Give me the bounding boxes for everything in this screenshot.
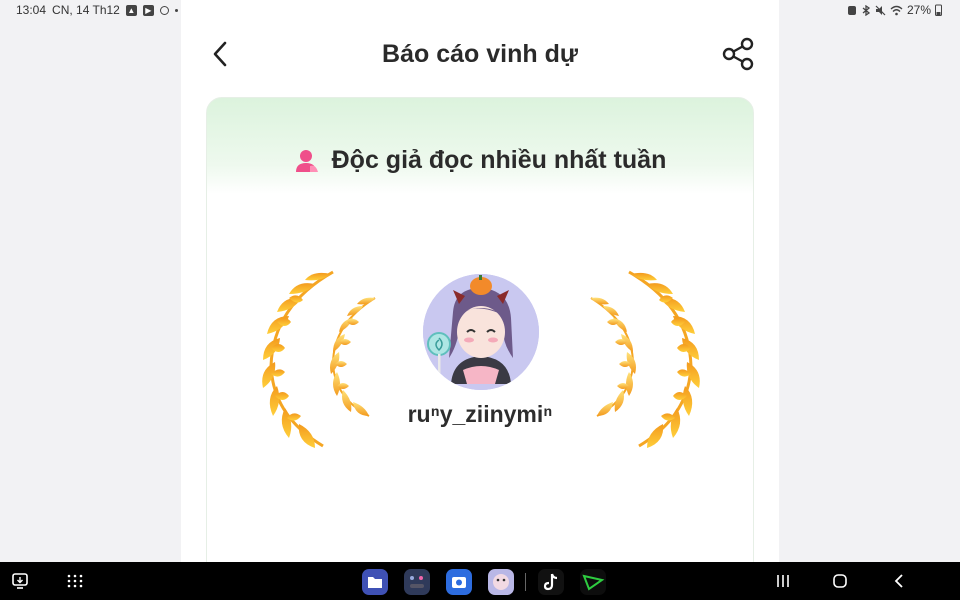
share-button[interactable] (721, 36, 757, 72)
notification-icon: ▲ (125, 4, 137, 16)
status-bar-right: 27% (847, 3, 942, 17)
navigation-bar (0, 562, 960, 600)
files-app-icon[interactable] (362, 569, 388, 595)
game-app-icon[interactable] (404, 569, 430, 595)
avatar-image (423, 274, 539, 390)
camera-app-icon[interactable] (446, 569, 472, 595)
app-drawer-button[interactable] (64, 562, 86, 600)
username: ruⁿy_ziinymiⁿ (407, 401, 553, 427)
page-title: Báo cáo vinh dự (382, 40, 578, 68)
recents-icon (777, 575, 789, 587)
header: Báo cáo vinh dự (181, 28, 779, 80)
reading-app-icon[interactable] (488, 569, 514, 595)
honor-card: Độc giả đọc nhiều nhất tuần ruⁿy_ziinymi… (206, 97, 754, 577)
avatar[interactable] (423, 274, 539, 390)
tiktok-app-icon[interactable] (538, 569, 564, 595)
screenshot-icon (12, 573, 28, 589)
battery-percent: 27% (906, 3, 931, 17)
card-title: Độc giả đọc nhiều nhất tuần (331, 146, 667, 174)
back-icon (894, 574, 903, 588)
home-button[interactable] (827, 562, 853, 600)
video-app-icon[interactable] (580, 569, 606, 595)
screen-capture-button[interactable] (8, 562, 32, 600)
status-bar-left: 13:04 CN, 14 Th12 ▲ ▶ (16, 3, 178, 17)
recents-button[interactable] (770, 562, 796, 600)
dock-divider (525, 573, 526, 591)
more-notifications-icon (174, 8, 178, 12)
status-time: 13:04 (16, 3, 47, 17)
status-date: CN, 14 Th12 (52, 3, 120, 17)
mute-icon (875, 5, 886, 15)
do-not-disturb-icon (159, 5, 169, 15)
nav-back-button[interactable] (886, 562, 912, 600)
card-header: Độc giả đọc nhiều nhất tuần (207, 146, 753, 175)
wifi-icon (890, 5, 903, 15)
bluetooth-icon (862, 4, 871, 16)
home-icon (833, 574, 847, 588)
alarm-icon (847, 5, 856, 15)
app-screen: Báo cáo vinh dự Độc giả đọc nhiều nhất t… (181, 0, 779, 577)
user-icon (295, 149, 318, 172)
battery-icon (935, 4, 942, 16)
apps-grid-icon (67, 574, 83, 588)
app-notification-icon: ▶ (142, 4, 154, 16)
